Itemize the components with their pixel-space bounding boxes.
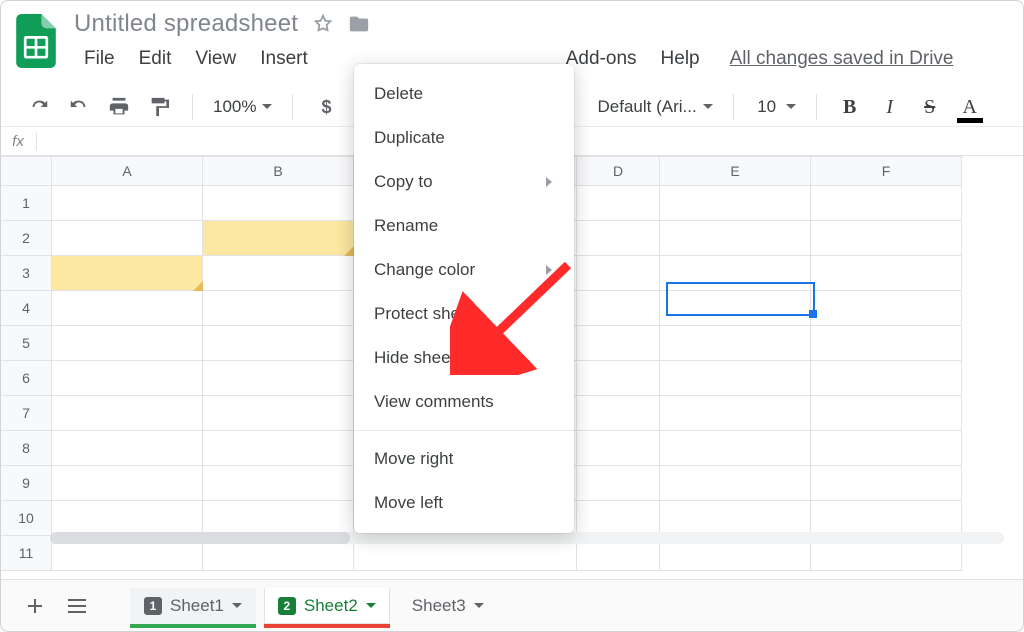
text-color-letter: A	[962, 96, 976, 119]
context-rename[interactable]: Rename	[354, 204, 574, 248]
context-view-comments-label: View comments	[374, 392, 494, 412]
context-copy-to-label: Copy to	[374, 172, 433, 192]
save-status[interactable]: All changes saved in Drive	[730, 48, 954, 70]
redo-button[interactable]	[66, 94, 92, 120]
context-change-color[interactable]: Change color	[354, 248, 574, 292]
row-header-7[interactable]: 7	[1, 396, 52, 431]
italic-button[interactable]: I	[877, 94, 903, 120]
zoom-select[interactable]: 100%	[213, 97, 272, 117]
bold-button[interactable]: B	[837, 94, 863, 120]
context-protect-sheet[interactable]: Protect sheet	[354, 292, 574, 336]
column-header-b[interactable]: B	[203, 157, 354, 186]
chevron-down-icon[interactable]	[232, 601, 242, 611]
context-divider	[354, 430, 574, 431]
context-rename-label: Rename	[374, 216, 438, 236]
context-hide-sheet-label: Hide sheet	[374, 348, 455, 368]
sheet-tab-1[interactable]: 1 Sheet1	[130, 588, 256, 624]
row-header-6[interactable]: 6	[1, 361, 52, 396]
context-view-comments[interactable]: View comments	[354, 380, 574, 424]
submenu-arrow-icon	[544, 265, 554, 275]
font-size-value: 10	[754, 97, 780, 117]
print-button[interactable]	[106, 94, 132, 120]
row-header-4[interactable]: 4	[1, 291, 52, 326]
menu-help[interactable]: Help	[651, 44, 710, 74]
row-header-1[interactable]: 1	[1, 186, 52, 221]
column-header-f[interactable]: F	[811, 157, 962, 186]
row-header-2[interactable]: 2	[1, 221, 52, 256]
chevron-down-icon	[262, 102, 272, 112]
submenu-arrow-icon	[544, 177, 554, 187]
context-delete[interactable]: Delete	[354, 72, 574, 116]
sheet1-label: Sheet1	[170, 596, 224, 616]
context-copy-to[interactable]: Copy to	[354, 160, 574, 204]
row-header-3[interactable]: 3	[1, 256, 52, 291]
chevron-down-icon[interactable]	[366, 601, 376, 611]
column-header-d[interactable]: D	[577, 157, 660, 186]
zoom-value: 100%	[213, 97, 256, 117]
chevron-down-icon[interactable]	[474, 601, 484, 611]
context-protect-sheet-label: Protect sheet	[374, 304, 474, 324]
font-select[interactable]: Default (Ari...	[597, 97, 712, 117]
fx-label: fx	[0, 133, 37, 150]
add-sheet-button[interactable]	[18, 589, 52, 623]
column-header-e[interactable]: E	[660, 157, 811, 186]
row-header-11[interactable]: 11	[1, 536, 52, 571]
menu-view[interactable]: View	[185, 44, 246, 74]
font-size-select[interactable]: 10	[754, 97, 796, 117]
sheet2-color-indicator	[264, 624, 390, 628]
sheet2-badge: 2	[278, 597, 296, 615]
document-title[interactable]: Untitled spreadsheet	[74, 10, 298, 38]
row-header-5[interactable]: 5	[1, 326, 52, 361]
sheet1-badge: 1	[144, 597, 162, 615]
column-header-a[interactable]: A	[52, 157, 203, 186]
chevron-down-icon	[703, 102, 713, 112]
sheet-tab-2[interactable]: 2 Sheet2	[264, 588, 390, 624]
folder-icon[interactable]	[348, 13, 370, 35]
cell-e4[interactable]	[660, 291, 811, 326]
all-sheets-button[interactable]	[60, 589, 94, 623]
undo-button[interactable]	[26, 94, 52, 120]
context-duplicate[interactable]: Duplicate	[354, 116, 574, 160]
row-header-10[interactable]: 10	[1, 501, 52, 536]
chevron-down-icon	[786, 102, 796, 112]
menu-insert[interactable]: Insert	[250, 44, 318, 74]
sheet-tab-bar: 1 Sheet1 2 Sheet2 Sheet3	[0, 579, 1024, 632]
context-move-right-label: Move right	[374, 449, 453, 469]
sheet3-label: Sheet3	[412, 596, 466, 616]
sheet2-label: Sheet2	[304, 596, 358, 616]
context-move-left[interactable]: Move left	[354, 481, 574, 525]
currency-button[interactable]: $	[313, 94, 339, 120]
row-header-9[interactable]: 9	[1, 466, 52, 501]
cell-b2[interactable]	[203, 221, 354, 256]
strikethrough-button[interactable]: S	[917, 94, 943, 120]
sheets-logo-icon	[16, 14, 56, 68]
context-delete-label: Delete	[374, 84, 423, 104]
context-change-color-label: Change color	[374, 260, 475, 280]
menu-file[interactable]: File	[74, 44, 125, 74]
select-all-corner[interactable]	[1, 157, 52, 186]
sheet-tab-3[interactable]: Sheet3	[398, 588, 498, 624]
menu-edit[interactable]: Edit	[129, 44, 182, 74]
sheet1-color-indicator	[130, 624, 256, 628]
scrollbar-thumb[interactable]	[50, 532, 350, 544]
star-icon[interactable]	[312, 13, 334, 35]
paint-format-button[interactable]	[146, 94, 172, 120]
cell-a3[interactable]	[52, 256, 203, 291]
context-hide-sheet[interactable]: Hide sheet	[354, 336, 574, 380]
sheet-context-menu: Delete Duplicate Copy to Rename Change c…	[354, 64, 574, 533]
font-name: Default (Ari...	[597, 97, 696, 117]
horizontal-scrollbar[interactable]	[50, 532, 1004, 544]
row-header-8[interactable]: 8	[1, 431, 52, 466]
context-move-right[interactable]: Move right	[354, 437, 574, 481]
context-move-left-label: Move left	[374, 493, 443, 513]
text-color-button[interactable]: A	[957, 94, 983, 120]
context-duplicate-label: Duplicate	[374, 128, 445, 148]
